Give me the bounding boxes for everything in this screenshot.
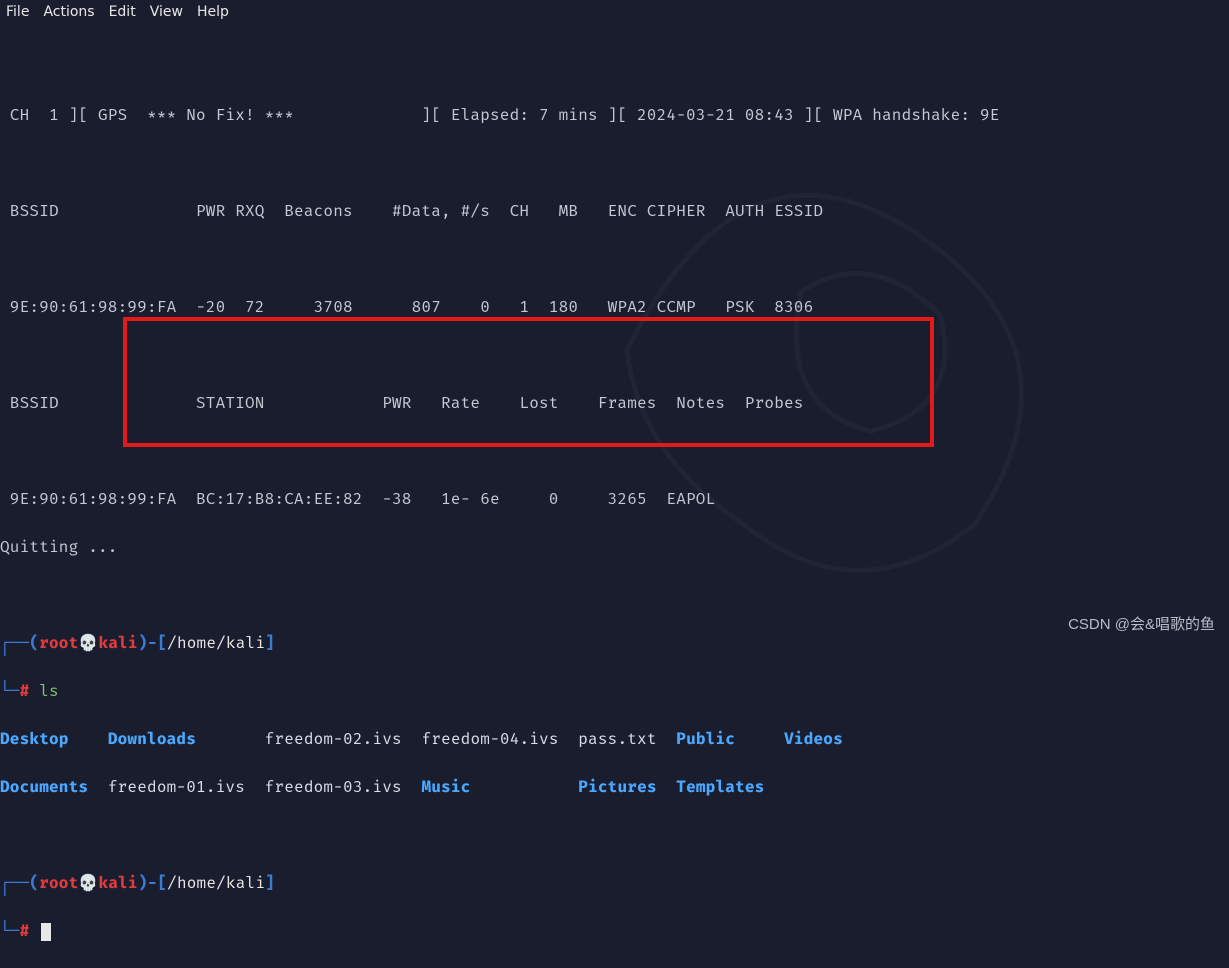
menu-help[interactable]: Help [197, 4, 229, 20]
airodump-status: CH 1 ][ GPS *** No Fix! *** ][ Elapsed: … [0, 104, 1225, 128]
prompt-1-line2: └─# ls [0, 680, 1225, 704]
airodump-quitting: Quitting ... [0, 536, 1225, 560]
prompt-1-line1: ┌──(root💀kali)-[/home/kali] [0, 632, 1225, 656]
cursor [41, 923, 51, 941]
ls-output-row2: Documents freedom-01.ivs freedom-03.ivs … [0, 776, 1225, 800]
menu-actions[interactable]: Actions [43, 4, 94, 20]
command-ls: ls [39, 682, 59, 701]
terminal-output[interactable]: CH 1 ][ GPS *** No Fix! *** ][ Elapsed: … [0, 24, 1229, 968]
menu-edit[interactable]: Edit [109, 4, 136, 20]
watermark: CSDN @会&唱歌的鱼 [1068, 613, 1215, 634]
airodump-sta-row: 9E:90:61:98:99:FA BC:17:B8:CA:EE:82 -38 … [0, 488, 1225, 512]
airodump-ap-row: 9E:90:61:98:99:FA -20 72 3708 807 0 1 18… [0, 296, 1225, 320]
airodump-ap-header: BSSID PWR RXQ Beacons #Data, #/s CH MB E… [0, 200, 1225, 224]
skull-icon: 💀 [78, 874, 98, 893]
menubar: File Actions Edit View Help [0, 0, 1229, 24]
prompt-2-line2[interactable]: └─# [0, 920, 1225, 944]
ls-output-row1: Desktop Downloads freedom-02.ivs freedom… [0, 728, 1225, 752]
menu-view[interactable]: View [150, 4, 183, 20]
airodump-sta-header: BSSID STATION PWR Rate Lost Frames Notes… [0, 392, 1225, 416]
prompt-2-line1: ┌──(root💀kali)-[/home/kali] [0, 872, 1225, 896]
skull-icon: 💀 [78, 634, 98, 653]
menu-file[interactable]: File [6, 4, 29, 20]
